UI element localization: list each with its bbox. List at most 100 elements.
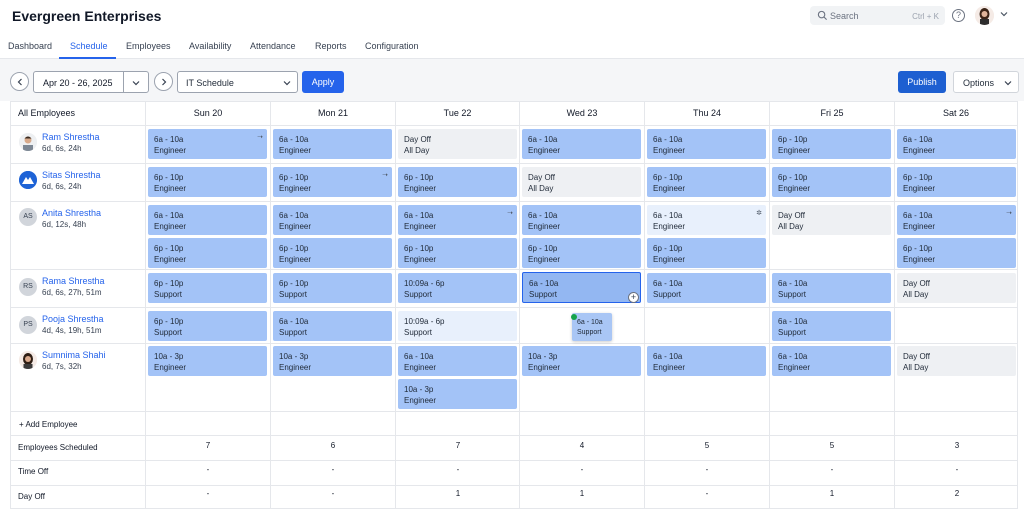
shift-card[interactable]: 6a - 10a Support bbox=[772, 311, 891, 341]
employee-name-link[interactable]: Ram Shrestha bbox=[42, 132, 100, 142]
day-header: Fri 25 bbox=[820, 108, 844, 118]
shift-card[interactable]: 6p - 10p Support bbox=[148, 311, 267, 341]
tab-attendance[interactable]: Attendance bbox=[250, 41, 296, 51]
shift-card[interactable]: 10a - 3p Engineer bbox=[273, 346, 392, 376]
user-avatar[interactable] bbox=[975, 6, 994, 25]
shift-card-selected[interactable]: 6a - 10a Support bbox=[522, 272, 641, 303]
help-icon[interactable]: ? bbox=[952, 9, 965, 22]
shift-card[interactable]: 6a - 10a Engineer bbox=[273, 129, 392, 159]
shift-card[interactable]: 6p - 10p Engineer bbox=[647, 238, 766, 268]
shift-time: 6a - 10a bbox=[653, 135, 683, 144]
grid-line bbox=[11, 307, 1017, 308]
shift-card[interactable]: 6a - 10a Engineer bbox=[897, 129, 1016, 159]
tab-availability[interactable]: Availability bbox=[189, 41, 231, 51]
shift-card[interactable]: 6a - 10a Support bbox=[647, 273, 766, 303]
day-off-card[interactable]: Day Off All Day bbox=[398, 129, 517, 159]
shift-card[interactable]: 6a - 10a Engineer bbox=[273, 205, 392, 235]
employee-summary: 6d, 6s, 27h, 51m bbox=[42, 288, 102, 297]
shift-card[interactable]: 6p - 10p Engineer bbox=[398, 167, 517, 197]
shift-card[interactable]: 6p - 10p Engineer bbox=[398, 238, 517, 268]
summary-label: Employees Scheduled bbox=[18, 443, 98, 452]
day-off-card[interactable]: Day Off All Day bbox=[897, 273, 1016, 303]
shift-card[interactable]: 6p - 10p Engineer bbox=[772, 129, 891, 159]
shift-card[interactable]: 6p - 10p Engineer bbox=[897, 238, 1016, 268]
shift-card[interactable]: 6a - 10a Engineer bbox=[522, 129, 641, 159]
shift-card[interactable]: 6a - 10a Engineer bbox=[772, 346, 891, 376]
shift-card[interactable]: 6a - 10a Engineer bbox=[647, 346, 766, 376]
employee-name-link[interactable]: Anita Shrestha bbox=[42, 208, 101, 218]
tab-schedule[interactable]: Schedule bbox=[70, 41, 108, 51]
grid-line bbox=[11, 411, 1017, 412]
shift-time: 6a - 10a bbox=[778, 279, 808, 288]
shift-card[interactable]: 10a - 3p Engineer bbox=[398, 379, 517, 409]
shift-card[interactable]: 10:09a - 6p Support bbox=[398, 311, 517, 341]
dragged-shift-card[interactable]: 6a - 10a Support bbox=[572, 313, 612, 341]
next-week-button[interactable] bbox=[154, 72, 173, 91]
shift-role: Support bbox=[279, 290, 308, 299]
employee-name-link[interactable]: Sumnima Shahi bbox=[42, 350, 106, 360]
shift-card[interactable]: 6p - 10p Engineer bbox=[148, 167, 267, 197]
publish-button[interactable]: Publish bbox=[898, 71, 946, 93]
shift-role: Support bbox=[404, 328, 433, 337]
employee-name-link[interactable]: Rama Shrestha bbox=[42, 276, 105, 286]
shift-card[interactable]: 6p - 10p Engineer ➝ bbox=[273, 167, 392, 197]
summary-value: 5 bbox=[829, 441, 835, 450]
add-shift-icon[interactable]: + bbox=[628, 292, 639, 303]
shift-card[interactable]: 6p - 10p Support bbox=[273, 273, 392, 303]
day-off-card[interactable]: Day Off All Day bbox=[772, 205, 891, 235]
schedule-grid: All Employees Sun 20 Mon 21 Tue 22 Wed 2… bbox=[10, 101, 1018, 509]
search-input[interactable]: Search Ctrl + K bbox=[810, 6, 945, 25]
summary-value: - bbox=[955, 465, 959, 474]
shift-card[interactable]: 6p - 10p Engineer bbox=[522, 238, 641, 268]
shift-card[interactable]: 6a - 10a Support bbox=[772, 273, 891, 303]
shift-card[interactable]: 6p - 10p Engineer bbox=[897, 167, 1016, 197]
day-header: Thu 24 bbox=[692, 108, 722, 118]
shift-card[interactable]: 6p - 10p Support bbox=[148, 273, 267, 303]
summary-value: 1 bbox=[829, 489, 835, 498]
day-off-card[interactable]: Day Off All Day bbox=[897, 346, 1016, 376]
shift-card[interactable]: 6a - 10a Support bbox=[273, 311, 392, 341]
day-off-label: Day Off bbox=[903, 279, 930, 288]
add-employee-button[interactable]: + Add Employee bbox=[19, 420, 77, 429]
shift-card[interactable]: 6a - 10a Engineer ➝ bbox=[897, 205, 1016, 235]
date-range-picker[interactable]: Apr 20 - 26, 2025 bbox=[33, 71, 149, 93]
shift-role: Engineer bbox=[279, 255, 312, 264]
shift-card[interactable]: 6a - 10a Engineer bbox=[522, 205, 641, 235]
day-off-card[interactable]: Day Off All Day bbox=[522, 167, 641, 197]
tab-configuration[interactable]: Configuration bbox=[365, 41, 419, 51]
shift-role: Engineer bbox=[903, 184, 936, 193]
shift-card[interactable]: 10a - 3p Engineer bbox=[522, 346, 641, 376]
shift-time: 6p - 10p bbox=[154, 279, 184, 288]
shift-role: Engineer bbox=[154, 255, 187, 264]
shift-card[interactable]: 6p - 10p Engineer bbox=[148, 238, 267, 268]
options-button[interactable]: Options bbox=[953, 71, 1019, 93]
chevron-down-icon[interactable] bbox=[1000, 10, 1008, 18]
shift-role: Engineer bbox=[404, 184, 437, 193]
shift-card[interactable]: 6a - 10a Engineer ➝ bbox=[398, 205, 517, 235]
shift-card[interactable]: 6p - 10p Engineer bbox=[772, 167, 891, 197]
drag-cursor-icon bbox=[571, 314, 577, 320]
shift-card[interactable]: 10a - 3p Engineer bbox=[148, 346, 267, 376]
shift-card[interactable]: 6a - 10a Engineer bbox=[647, 129, 766, 159]
shift-role: Engineer bbox=[653, 146, 686, 155]
shift-card[interactable]: 6a - 10a Engineer ✲ bbox=[647, 205, 766, 235]
schedule-select[interactable]: IT Schedule bbox=[177, 71, 298, 93]
shift-card[interactable]: 6p - 10p Engineer bbox=[647, 167, 766, 197]
apply-button[interactable]: Apply bbox=[302, 71, 344, 93]
tab-employees[interactable]: Employees bbox=[126, 41, 171, 51]
shift-card[interactable]: 6a - 10a Engineer ➝ bbox=[148, 129, 267, 159]
shift-card[interactable]: 6a - 10a Engineer bbox=[398, 346, 517, 376]
all-day-label: All Day bbox=[404, 146, 430, 155]
shift-card[interactable]: 10:09a - 6p Support bbox=[398, 273, 517, 303]
tab-reports[interactable]: Reports bbox=[315, 41, 347, 51]
chevron-down-icon[interactable] bbox=[132, 79, 140, 87]
shift-card[interactable]: 6p - 10p Engineer bbox=[273, 238, 392, 268]
prev-week-button[interactable] bbox=[10, 72, 29, 91]
employee-name-link[interactable]: Pooja Shrestha bbox=[42, 314, 104, 324]
tab-dashboard[interactable]: Dashboard bbox=[8, 41, 52, 51]
shift-role: Engineer bbox=[653, 184, 686, 193]
employee-name-link[interactable]: Sitas Shrestha bbox=[42, 170, 101, 180]
shift-card[interactable]: 6a - 10a Engineer bbox=[148, 205, 267, 235]
shift-role: Engineer bbox=[778, 146, 811, 155]
day-header: Mon 21 bbox=[317, 108, 349, 118]
